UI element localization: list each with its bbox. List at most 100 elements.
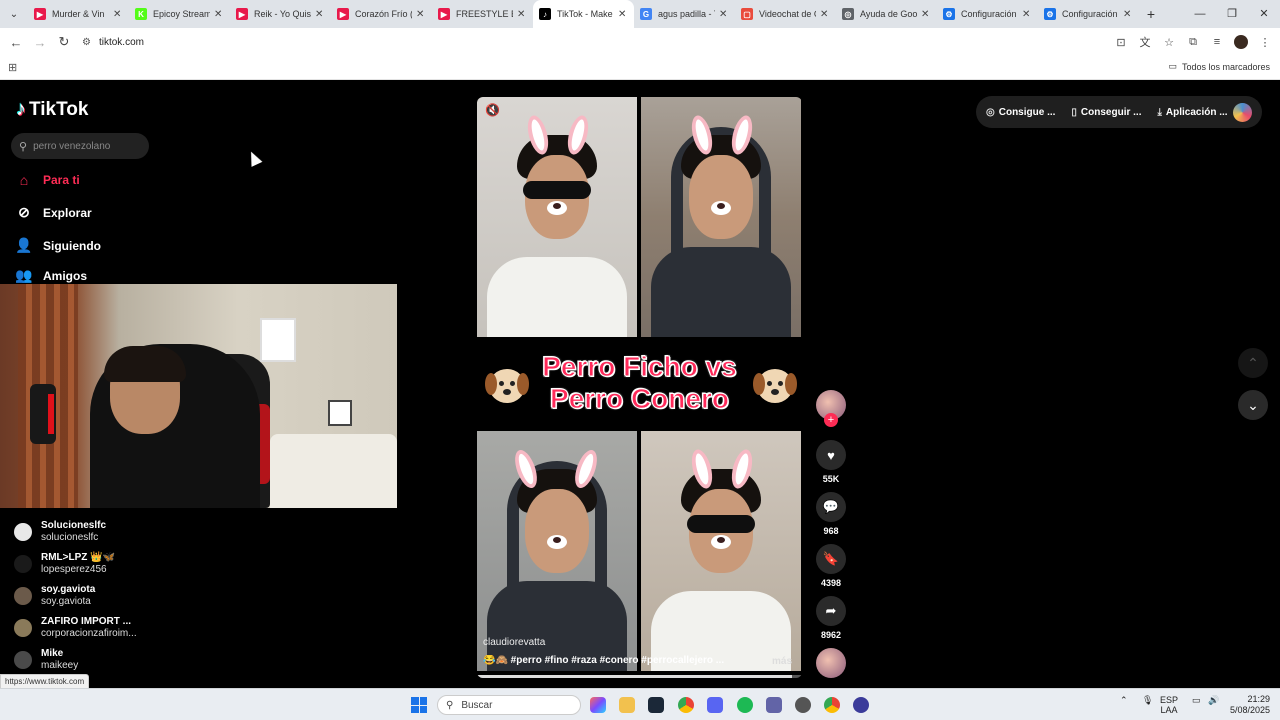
account-avatar[interactable] xyxy=(14,651,32,669)
account-handle: corporacionzafiroim... xyxy=(41,628,137,639)
tab-close-icon[interactable]: ✕ xyxy=(113,9,123,20)
account-item[interactable]: soy.gaviota soy.gaviota xyxy=(14,584,95,608)
taskbar-search-label: Buscar xyxy=(461,699,493,711)
tab-close-icon[interactable]: ✕ xyxy=(517,9,527,20)
follow-plus-icon[interactable]: + xyxy=(824,413,838,427)
share-icon[interactable]: ➦ xyxy=(816,596,846,626)
heart-icon[interactable]: ♥ xyxy=(816,440,846,470)
nav-friends[interactable]: 👥 Amigos xyxy=(14,267,87,284)
tab-close-icon[interactable]: ✕ xyxy=(416,9,426,20)
bookmark-star-icon[interactable]: ☆ xyxy=(1162,36,1176,49)
tiktok-logo[interactable]: ♪ TikTok xyxy=(16,98,88,121)
tab-close-icon[interactable]: ✕ xyxy=(315,9,325,20)
tab-close-icon[interactable]: ✕ xyxy=(719,9,729,20)
user-avatar[interactable] xyxy=(1233,103,1252,122)
search-input[interactable] xyxy=(33,140,134,152)
teams-icon[interactable] xyxy=(766,697,782,713)
tab-close-icon[interactable]: ✕ xyxy=(921,9,931,20)
next-creator-avatar[interactable] xyxy=(816,648,846,678)
search-box[interactable]: ⚲ xyxy=(11,133,149,159)
microphone-icon[interactable]: 🎙 xyxy=(1142,695,1153,705)
account-avatar[interactable] xyxy=(14,555,32,573)
tab-close-icon[interactable]: ✕ xyxy=(1022,9,1032,20)
account-avatar[interactable] xyxy=(14,619,32,637)
get-coins-button[interactable]: ◎ Consigue ... xyxy=(986,107,1055,118)
browser-tab[interactable]: ♪ TikTok - Make ✕ xyxy=(533,0,634,28)
new-tab-button[interactable]: + xyxy=(1139,6,1163,22)
comment-icon[interactable]: 💬 xyxy=(816,492,846,522)
translate-icon[interactable]: 文 xyxy=(1138,34,1152,50)
back-icon[interactable]: ← xyxy=(4,35,28,50)
browser-tab[interactable]: ▶ Murder & Vin ✕ xyxy=(28,0,129,28)
minimize-icon[interactable]: — xyxy=(1184,0,1216,28)
discord-icon[interactable] xyxy=(707,697,723,713)
reload-icon[interactable]: ↻ xyxy=(52,34,76,50)
account-avatar[interactable] xyxy=(14,587,32,605)
video-player[interactable]: Perro Ficho vs Perro Conero 🔇 claudiorev… xyxy=(477,97,802,678)
steam-icon[interactable] xyxy=(648,697,664,713)
address-bar[interactable]: ⚙ tiktok.com xyxy=(82,31,1082,53)
windows-start-icon[interactable] xyxy=(411,697,427,713)
browser-tab[interactable]: ▢ Videochat de C ✕ xyxy=(735,0,836,28)
browser-tab[interactable]: ⚙ Configuración ✕ xyxy=(1038,0,1139,28)
menu-kebab-icon[interactable]: ⋮ xyxy=(1258,36,1272,49)
file-explorer-icon[interactable] xyxy=(619,697,635,713)
tab-search-chevron-icon[interactable]: ⌄ xyxy=(0,0,28,28)
clock[interactable]: 21:29 5/08/2025 xyxy=(1222,694,1270,716)
chrome-icon[interactable] xyxy=(678,697,694,713)
browser-tab[interactable]: ⚙ Configuración ✕ xyxy=(937,0,1038,28)
tab-close-icon[interactable]: ✕ xyxy=(1123,9,1133,20)
install-app-icon[interactable]: ⊡ xyxy=(1114,36,1128,49)
share-action[interactable]: ➦ 8962 xyxy=(815,596,847,640)
network-icon[interactable]: ▭ xyxy=(1192,695,1201,705)
nav-explore[interactable]: ⊘ Explorar xyxy=(14,204,92,221)
taskbar-search[interactable]: ⚲ Buscar xyxy=(437,695,581,715)
forward-icon[interactable]: → xyxy=(28,35,52,50)
tab-close-icon[interactable]: ✕ xyxy=(214,9,224,20)
get-mobile-app-button[interactable]: ▯ Conseguir ... xyxy=(1071,107,1141,118)
app-icon[interactable] xyxy=(853,697,869,713)
account-item[interactable]: Mike maikeey xyxy=(14,648,78,672)
tab-close-icon[interactable]: ✕ xyxy=(618,9,628,20)
copilot-icon[interactable] xyxy=(590,697,606,713)
mute-icon[interactable]: 🔇 xyxy=(485,103,500,117)
browser-tab[interactable]: ▶ Corazón Frío (L ✕ xyxy=(331,0,432,28)
desktop-app-button[interactable]: ⤓ Aplicación ... xyxy=(1157,107,1227,118)
account-avatar[interactable] xyxy=(14,523,32,541)
tab-close-icon[interactable]: ✕ xyxy=(820,9,830,20)
settings-gear-icon[interactable] xyxy=(795,697,811,713)
extensions-icon[interactable]: ⧉ xyxy=(1186,36,1200,49)
close-window-icon[interactable]: ✕ xyxy=(1248,0,1280,28)
media-controls-icon[interactable]: ≡ xyxy=(1210,36,1224,48)
video-author[interactable]: claudiorevatta xyxy=(483,637,545,648)
like-action[interactable]: ♥ 55K xyxy=(815,440,847,484)
browser-tab[interactable]: ▶ Reik - Yo Quisie ✕ xyxy=(230,0,331,28)
browser-tab[interactable]: ▶ FREESTYLE ÉPI ✕ xyxy=(432,0,533,28)
save-action[interactable]: 🔖 4398 xyxy=(815,544,847,588)
video-progress-bar[interactable] xyxy=(477,675,802,678)
next-video-chevron-down-icon[interactable]: ⌄ xyxy=(1238,390,1268,420)
profile-avatar[interactable] xyxy=(1234,35,1248,49)
browser-tab[interactable]: ◎ Ayuda de Goo ✕ xyxy=(836,0,937,28)
spotify-icon[interactable] xyxy=(737,697,753,713)
account-item[interactable]: Solucioneslfc solucioneslfc xyxy=(14,520,106,544)
bookmark-icon[interactable]: 🔖 xyxy=(816,544,846,574)
browser-tab[interactable]: K Epicoy Stream ✕ xyxy=(129,0,230,28)
apps-grid-icon[interactable]: ⊞ xyxy=(8,61,17,74)
language-indicator[interactable]: ESP LAA xyxy=(1160,695,1178,715)
site-info-icon[interactable]: ⚙ xyxy=(82,37,91,48)
previous-video-chevron-up-icon[interactable]: ⌃ xyxy=(1238,348,1268,378)
tab-title: Corazón Frío (L xyxy=(355,9,412,19)
nav-for-you[interactable]: ⌂ Para ti xyxy=(14,172,80,188)
caption-more-button[interactable]: más xyxy=(772,656,792,667)
nav-following[interactable]: 👤 Siguiendo xyxy=(14,237,101,254)
tray-chevron-up-icon[interactable]: ⌃ xyxy=(1120,695,1128,705)
browser-tab[interactable]: Gagus padilla - T ✕ xyxy=(634,0,735,28)
comment-action[interactable]: 💬 968 xyxy=(815,492,847,536)
all-bookmarks-button[interactable]: ▭ Todos los marcadores xyxy=(1168,61,1270,72)
account-item[interactable]: RML>LPZ 👑🦋 lopesperez456 xyxy=(14,552,115,576)
restore-icon[interactable]: ❐ xyxy=(1216,0,1248,28)
account-item[interactable]: ZAFIRO IMPORT ... corporacionzafiroim... xyxy=(14,616,137,640)
chrome-active-icon[interactable] xyxy=(824,697,840,713)
volume-icon[interactable]: 🔊 xyxy=(1208,695,1219,705)
